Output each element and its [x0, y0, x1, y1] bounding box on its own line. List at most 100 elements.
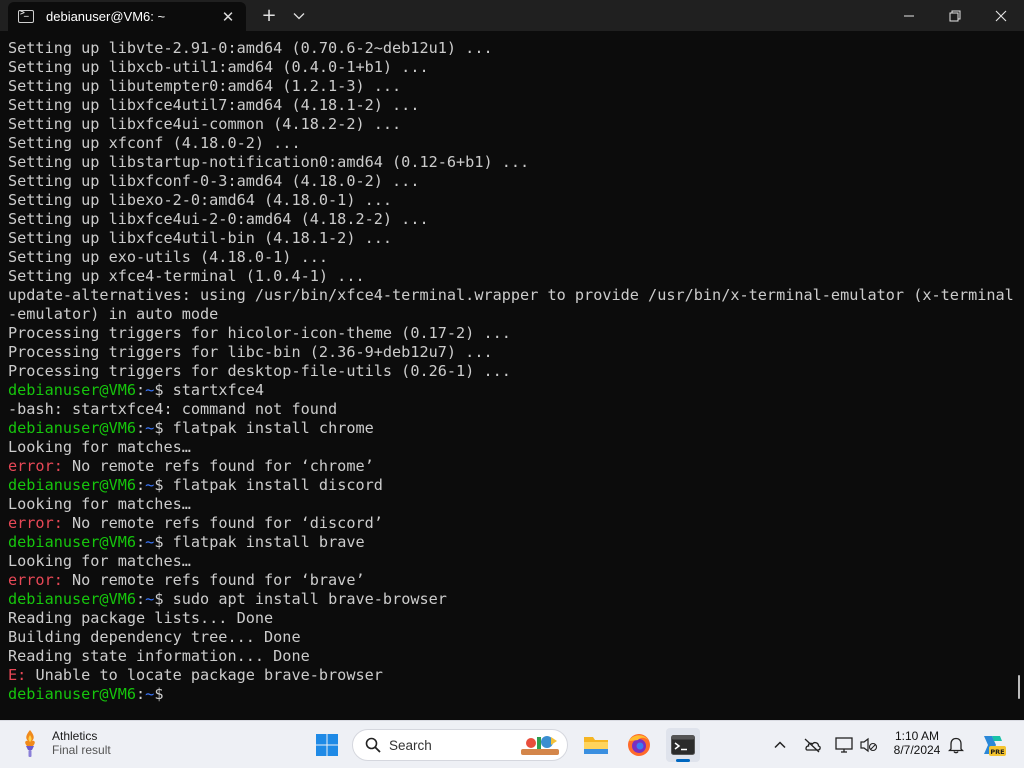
taskbar: Athletics Final result Search 1:10 AM 8/…	[0, 720, 1024, 768]
windows-logo-icon	[316, 734, 338, 756]
terminal-line: Setting up libvte-2.91-0:amd64 (0.70.6-2…	[8, 39, 1014, 58]
prompt-symbol: $	[154, 590, 173, 608]
folder-icon	[584, 737, 608, 754]
terminal-line: update-alternatives: using /usr/bin/xfce…	[8, 286, 1014, 305]
terminal-line: Processing triggers for desktop-file-uti…	[8, 362, 1014, 381]
terminal-line: Setting up libxfconf-0-3:amd64 (4.18.0-2…	[8, 172, 1014, 191]
prompt-separator: :	[136, 419, 146, 437]
output-text: Setting up libexo-2-0:amd64 (4.18.0-1) .…	[8, 191, 393, 209]
restore-icon	[949, 10, 961, 21]
terminal-line: Looking for matches…	[8, 552, 1014, 571]
terminal-line: E: Unable to locate package brave-browse…	[8, 666, 1014, 685]
firefox-button[interactable]	[622, 728, 656, 762]
prompt-separator: :	[136, 685, 146, 703]
terminal-line: Processing triggers for libc-bin (2.36-9…	[8, 343, 1014, 362]
terminal-line: Building dependency tree... Done	[8, 628, 1014, 647]
copilot-badge: PRE	[990, 748, 1004, 756]
copilot-icon: PRE	[984, 736, 1006, 756]
clock[interactable]: 1:10 AM 8/7/2024	[886, 729, 948, 757]
active-indicator	[676, 759, 690, 762]
tab-dropdown-button[interactable]	[284, 0, 314, 31]
terminal-line: debianuser@VM6:~$ flatpak install brave	[8, 533, 1014, 552]
terminal-line: Setting up libutempter0:amd64 (1.2.1-3) …	[8, 77, 1014, 96]
maximize-button[interactable]	[932, 0, 978, 31]
terminal-line: debianuser@VM6:~$ startxfce4	[8, 381, 1014, 400]
tab-title: debianuser@VM6: ~	[46, 9, 166, 24]
new-tab-button[interactable]: +	[254, 0, 284, 31]
prompt-separator: :	[136, 381, 146, 399]
output-text: Setting up exo-utils (4.18.0-1) ...	[8, 248, 329, 266]
scrollbar[interactable]	[1018, 675, 1020, 699]
command-text: startxfce4	[172, 381, 265, 399]
minimize-button[interactable]	[886, 0, 932, 31]
output-text: Setting up libutempter0:amd64 (1.2.1-3) …	[8, 77, 402, 95]
terminal-line: error: No remote refs found for ‘chrome’	[8, 457, 1014, 476]
terminal-taskbar-button[interactable]	[666, 728, 700, 762]
output-text: Looking for matches…	[8, 552, 191, 570]
copilot-button[interactable]: PRE	[980, 734, 1006, 756]
terminal-icon	[671, 735, 695, 755]
prompt-path: ~	[145, 381, 155, 399]
output-text: Setting up libxfconf-0-3:amd64 (4.18.0-2…	[8, 172, 420, 190]
close-icon	[995, 10, 1007, 21]
terminal-line: debianuser@VM6:~$ flatpak install chrome	[8, 419, 1014, 438]
tab-close-button[interactable]: ✕	[218, 7, 238, 27]
terminal-line: Setting up libxfce4ui-common (4.18.2-2) …	[8, 115, 1014, 134]
prompt-path: ~	[145, 685, 155, 703]
close-button[interactable]	[978, 0, 1024, 31]
chevron-down-icon	[293, 12, 305, 19]
terminal-lines: Setting up libvte-2.91-0:amd64 (0.70.6-2…	[8, 39, 1014, 704]
terminal-line: error: No remote refs found for ‘brave’	[8, 571, 1014, 590]
error-label: error:	[8, 514, 63, 532]
terminal-tab[interactable]: debianuser@VM6: ~ ✕	[8, 2, 246, 31]
output-text: Building dependency tree... Done	[8, 628, 301, 646]
prompt-symbol: $	[154, 419, 173, 437]
widget-title: Athletics	[52, 729, 98, 743]
chevron-up-icon	[774, 741, 786, 749]
prompt-path: ~	[145, 533, 155, 551]
volume-button[interactable]	[858, 734, 880, 756]
prompt-user: debianuser@VM6	[8, 381, 137, 399]
prompt-symbol: $	[154, 685, 173, 703]
prompt-separator: :	[136, 590, 146, 608]
onedrive-button[interactable]	[801, 734, 823, 756]
terminal-line: Reading state information... Done	[8, 647, 1014, 666]
file-explorer-button[interactable]	[579, 728, 613, 762]
prompt-symbol: $	[154, 381, 173, 399]
output-text: Setting up libxcb-util1:amd64 (0.4.0-1+b…	[8, 58, 429, 76]
output-text: Setting up libxfce4ui-2-0:amd64 (4.18.2-…	[8, 210, 429, 228]
show-hidden-icons-button[interactable]	[769, 734, 791, 756]
error-message: No remote refs found for ‘chrome’	[62, 457, 374, 475]
minimize-icon	[904, 15, 914, 16]
terminal-line: Looking for matches…	[8, 438, 1014, 457]
output-text: Setting up libstartup-notification0:amd6…	[8, 153, 530, 171]
output-text: Setting up libxfce4util-bin (4.18.1-2) .…	[8, 229, 393, 247]
terminal-icon	[18, 8, 34, 23]
taskbar-search[interactable]: Search	[352, 729, 568, 761]
network-button[interactable]	[833, 734, 855, 756]
terminal-output[interactable]: Setting up libvte-2.91-0:amd64 (0.70.6-2…	[0, 31, 1024, 720]
onedrive-icon	[804, 738, 821, 753]
notifications-button[interactable]	[945, 734, 967, 756]
command-text: flatpak install chrome	[172, 419, 374, 437]
prompt-separator: :	[136, 476, 146, 494]
terminal-line: Setting up libxcb-util1:amd64 (0.4.0-1+b…	[8, 58, 1014, 77]
output-text: Setting up libxfce4ui-common (4.18.2-2) …	[8, 115, 402, 133]
output-text: Setting up libxfce4util7:amd64 (4.18.1-2…	[8, 96, 420, 114]
terminal-line: Setting up xfce4-terminal (1.0.4-1) ...	[8, 267, 1014, 286]
output-text: Processing triggers for desktop-file-uti…	[8, 362, 511, 380]
terminal-line: Setting up libexo-2-0:amd64 (4.18.0-1) .…	[8, 191, 1014, 210]
prompt-user: debianuser@VM6	[8, 685, 137, 703]
start-button[interactable]	[310, 728, 344, 762]
terminal-line: debianuser@VM6:~$ flatpak install discor…	[8, 476, 1014, 495]
output-text: -emulator) in auto mode	[8, 305, 219, 323]
terminal-line: Processing triggers for hicolor-icon-the…	[8, 324, 1014, 343]
news-widget[interactable]: Athletics Final result	[18, 728, 111, 758]
error-label: E:	[8, 666, 27, 684]
widget-subtitle: Final result	[52, 743, 111, 757]
prompt-user: debianuser@VM6	[8, 533, 137, 551]
output-text: Looking for matches…	[8, 495, 191, 513]
firefox-icon	[628, 734, 650, 756]
terminal-line: debianuser@VM6:~$ sudo apt install brave…	[8, 590, 1014, 609]
output-text: Processing triggers for hicolor-icon-the…	[8, 324, 511, 342]
